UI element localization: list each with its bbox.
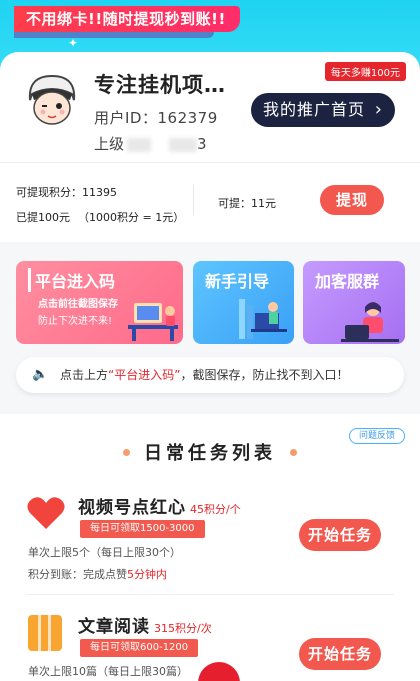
withdrawable-points-label: 可提现积分： — [16, 186, 82, 199]
speaker-icon: 🔈 — [32, 367, 49, 382]
task-title: 视频号点红心 — [78, 498, 186, 518]
withdrawable-points: 可提现积分：11395 — [16, 184, 117, 200]
heart-icon — [27, 497, 65, 529]
daily-limit-tag: 每日可领取1500-3000 — [80, 520, 205, 538]
divider — [26, 594, 394, 595]
task-limit: 单次上限5个（每日上限30个） — [28, 546, 181, 559]
promotion-home-label: 我的推广首页 — [263, 100, 366, 119]
bonus-badge[interactable]: 每天多赚100元 — [324, 62, 406, 81]
user-id-value: 162379 — [157, 109, 218, 127]
chevron-right-icon: › — [374, 99, 383, 120]
decor-dot — [123, 449, 130, 456]
task-title: 文章阅读 — [78, 617, 150, 637]
avatar[interactable] — [22, 70, 82, 132]
customer-group-card[interactable]: 加客服群 — [303, 261, 405, 344]
promotion-home-button[interactable]: 我的推广首页 › — [251, 93, 395, 127]
superior-tail: 3 — [197, 135, 207, 153]
guide-illustration-icon — [239, 299, 287, 339]
available-value: 11元 — [251, 197, 276, 210]
settlement-time: 5分钟内 — [127, 568, 167, 581]
daily-limit-tag: 每日可领取600-1200 — [80, 639, 199, 657]
redacted-block — [127, 137, 152, 152]
section-title-text: 日常任务列表 — [144, 443, 276, 464]
redacted-block — [169, 137, 198, 152]
superior-info: 上级 3 — [94, 133, 207, 154]
card-subtitle: 点击前往截图保存 — [38, 299, 118, 310]
superior-label: 上级 — [94, 135, 125, 153]
card-subtitle: 防止下次进不来! — [38, 316, 113, 327]
start-task-button[interactable]: 开始任务 — [299, 638, 381, 670]
task-limit: 单次上限10篇（每日上限30篇） — [28, 665, 188, 678]
notice-bar[interactable]: 🔈 点击上方“平台进入码”，截图保存，防止找不到入口！ — [16, 357, 404, 393]
desk-illustration-icon — [128, 303, 178, 341]
user-id: 用户ID：162379 — [94, 107, 218, 128]
section-title: 日常任务列表 — [0, 439, 420, 465]
divider — [0, 162, 420, 163]
card-title: 新手引导 — [205, 272, 270, 291]
notice-suffix: ，截图保存，防止找不到入口！ — [180, 368, 349, 382]
task-name: 文章阅读 315积分/次 — [78, 612, 212, 637]
withdrawn-label: 已提100元 — [16, 211, 70, 224]
withdrawable-points-value: 11395 — [82, 186, 117, 199]
card-title: 平台进入码 — [28, 268, 115, 292]
beginner-guide-card[interactable]: 新手引导 — [193, 261, 294, 344]
book-icon — [28, 615, 62, 651]
promo-banner: 不用绑卡!!随时提现秒到账!! — [14, 6, 240, 38]
service-illustration-icon — [341, 302, 399, 342]
notice-highlight: “平台进入码” — [108, 368, 181, 382]
platform-code-card[interactable]: 平台进入码 点击前往截图保存 防止下次进不来! — [16, 261, 183, 344]
exchange-rate: （1000积分 = 1元） — [78, 211, 185, 224]
floating-button[interactable] — [198, 662, 240, 681]
task-settlement: 积分到账：完成点赞5分钟内 — [28, 566, 167, 582]
decor-dot — [290, 449, 297, 456]
available-label: 可提： — [218, 197, 251, 210]
user-name: 专注挂机项… — [94, 73, 226, 97]
notice-prefix: 点击上方 — [60, 368, 109, 382]
settlement-label: 积分到账：完成点赞 — [28, 568, 127, 581]
task-name: 视频号点红心 45积分/个 — [78, 493, 241, 518]
card-title: 加客服群 — [315, 272, 380, 291]
withdraw-button[interactable]: 提现 — [320, 185, 384, 215]
available-amount: 可提：11元 — [218, 195, 276, 211]
task-points: 45积分/个 — [190, 503, 241, 516]
start-task-button[interactable]: 开始任务 — [299, 519, 381, 551]
withdrawn-info: 已提100元 （1000积分 = 1元） — [16, 209, 184, 225]
divider — [193, 185, 194, 215]
task-points: 315积分/次 — [154, 622, 212, 635]
user-id-label: 用户ID： — [94, 109, 158, 127]
sparkle-icon: ✦ — [68, 36, 79, 50]
